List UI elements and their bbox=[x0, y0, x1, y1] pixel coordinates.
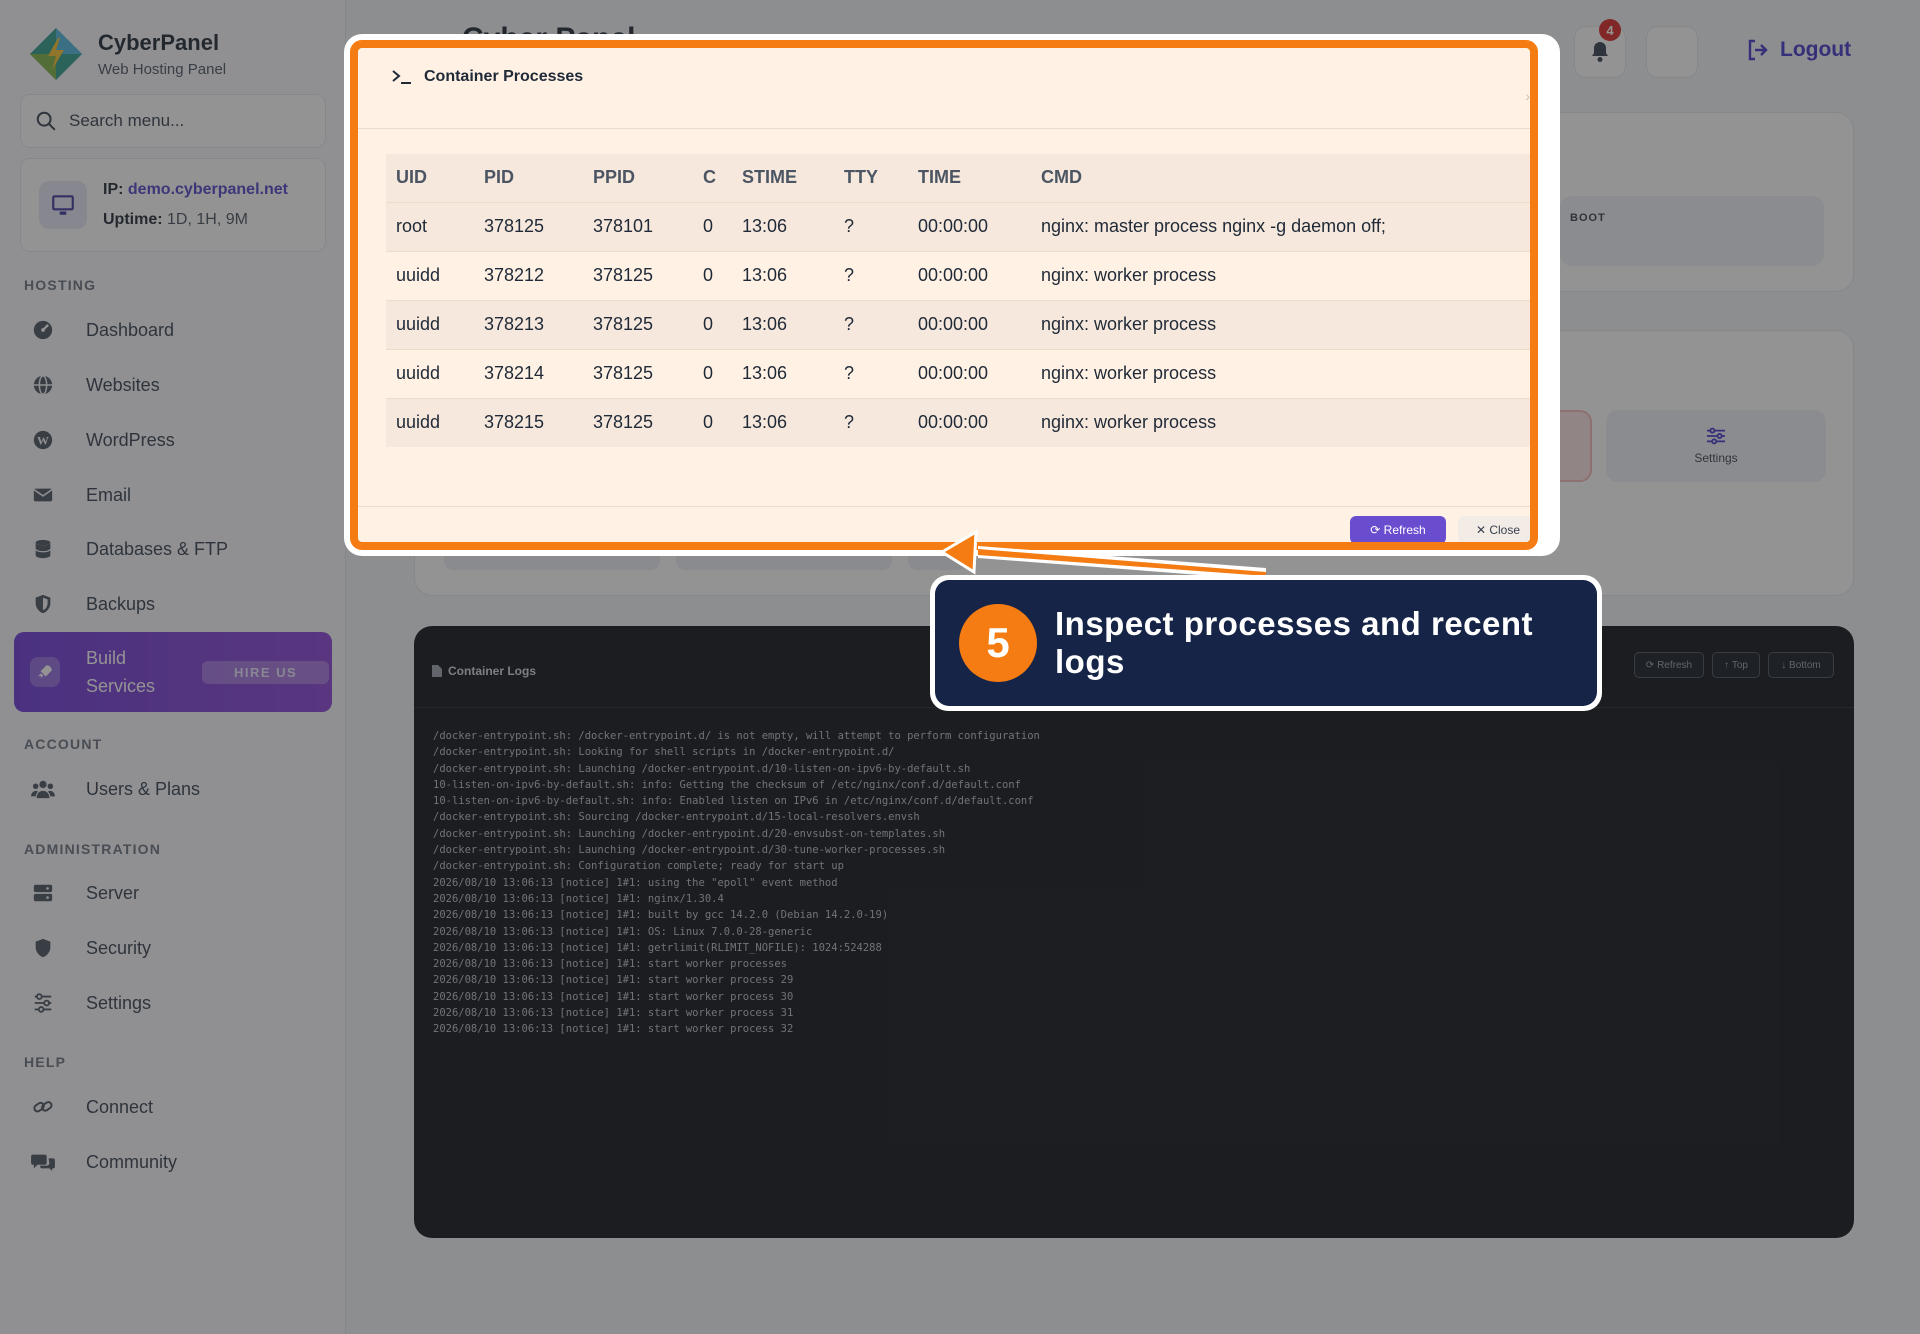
column-header: CMD bbox=[1031, 154, 1530, 202]
modal-title: Container Processes bbox=[392, 68, 583, 86]
table-cell: ? bbox=[834, 201, 908, 251]
close-button[interactable]: ✕ Close bbox=[1458, 516, 1530, 542]
table-cell: 378215 bbox=[474, 397, 583, 447]
table-cell: 00:00:00 bbox=[908, 250, 1031, 300]
table-row[interactable]: uuidd 378214 378125 0 13:06? 00:00:00 nginx: w… bbox=[386, 348, 1530, 398]
table-row[interactable]: root 378125 378101 0 13:06? 00:00:00 nginx: ma… bbox=[386, 201, 1530, 251]
column-header: UID bbox=[386, 154, 474, 202]
table-cell: 0 bbox=[693, 397, 732, 447]
column-header: PID bbox=[474, 154, 583, 202]
modal-title-text: Container Processes bbox=[424, 68, 584, 85]
refresh-label: Refresh bbox=[1383, 523, 1426, 537]
table-cell: 378213 bbox=[474, 299, 583, 349]
table-cell: nginx: worker process bbox=[1031, 250, 1530, 300]
table-row[interactable]: uuidd 378213 378125 0 13:06? 00:00:00 nginx: w… bbox=[386, 299, 1530, 349]
table-cell: 378125 bbox=[583, 397, 693, 447]
column-header: PPID bbox=[583, 154, 693, 202]
table-cell: 00:00:00 bbox=[908, 201, 1031, 251]
table-cell: uuidd bbox=[386, 250, 474, 300]
table-cell: uuidd bbox=[386, 397, 474, 447]
table-cell: ? bbox=[834, 348, 908, 398]
table-cell: uuidd bbox=[386, 348, 474, 398]
container-processes-modal: Container Processes › UID PID PPID C STI… bbox=[350, 40, 1538, 550]
table-cell: nginx: worker process bbox=[1031, 397, 1530, 447]
table-cell: 378214 bbox=[474, 348, 583, 398]
callout-text: Inspect processes and recent logs bbox=[1055, 605, 1534, 680]
close-icon: ✕ bbox=[1475, 523, 1490, 537]
table-cell: root bbox=[386, 201, 474, 251]
table-cell: nginx: master process nginx -g daemon of… bbox=[1031, 201, 1530, 251]
table-cell: 378125 bbox=[583, 299, 693, 349]
refresh-icon: ⟳ bbox=[1370, 523, 1384, 537]
table-cell: 13:06 bbox=[732, 348, 834, 398]
table-cell: nginx: worker process bbox=[1031, 299, 1530, 349]
table-cell: 378212 bbox=[474, 250, 583, 300]
step-callout: 5 Inspect processes and recent logs bbox=[935, 580, 1597, 706]
table-cell: ? bbox=[834, 397, 908, 447]
table-cell: 378125 bbox=[474, 201, 583, 251]
table-cell: ? bbox=[834, 250, 908, 300]
table-cell: 378101 bbox=[583, 201, 693, 251]
chevron-right-icon[interactable]: › bbox=[1525, 88, 1530, 104]
step-number-badge: 5 bbox=[959, 604, 1037, 682]
column-header: STIME bbox=[732, 154, 834, 202]
table-cell: 0 bbox=[693, 250, 732, 300]
processes-table: UID PID PPID C STIME TTY TIME CMD root 37… bbox=[386, 154, 1530, 447]
column-header: C bbox=[693, 154, 732, 202]
column-header: TIME bbox=[908, 154, 1031, 202]
table-cell: 0 bbox=[693, 348, 732, 398]
table-cell: 378125 bbox=[583, 348, 693, 398]
table-cell: 00:00:00 bbox=[908, 299, 1031, 349]
table-cell: 13:06 bbox=[732, 299, 834, 349]
table-cell: 0 bbox=[693, 299, 732, 349]
table-row[interactable]: uuidd 378212 378125 0 13:06? 00:00:00 nginx: w… bbox=[386, 250, 1530, 300]
table-cell: 378125 bbox=[583, 250, 693, 300]
table-cell: 13:06 bbox=[732, 250, 834, 300]
table-cell: 00:00:00 bbox=[908, 397, 1031, 447]
table-cell: ? bbox=[834, 299, 908, 349]
table-cell: 00:00:00 bbox=[908, 348, 1031, 398]
divider bbox=[358, 506, 1530, 507]
terminal-icon bbox=[392, 70, 411, 84]
table-cell: uuidd bbox=[386, 299, 474, 349]
table-header-row: UID PID PPID C STIME TTY TIME CMD bbox=[386, 154, 1530, 202]
column-header: TTY bbox=[834, 154, 908, 202]
close-label: Close bbox=[1489, 523, 1521, 537]
refresh-button[interactable]: ⟳ Refresh bbox=[1350, 516, 1446, 542]
table-cell: nginx: worker process bbox=[1031, 348, 1530, 398]
table-cell: 13:06 bbox=[732, 397, 834, 447]
divider bbox=[358, 128, 1530, 129]
table-row[interactable]: uuidd 378215 378125 0 13:06? 00:00:00 nginx: w… bbox=[386, 397, 1530, 447]
table-cell: 0 bbox=[693, 201, 732, 251]
table-cell: 13:06 bbox=[732, 201, 834, 251]
